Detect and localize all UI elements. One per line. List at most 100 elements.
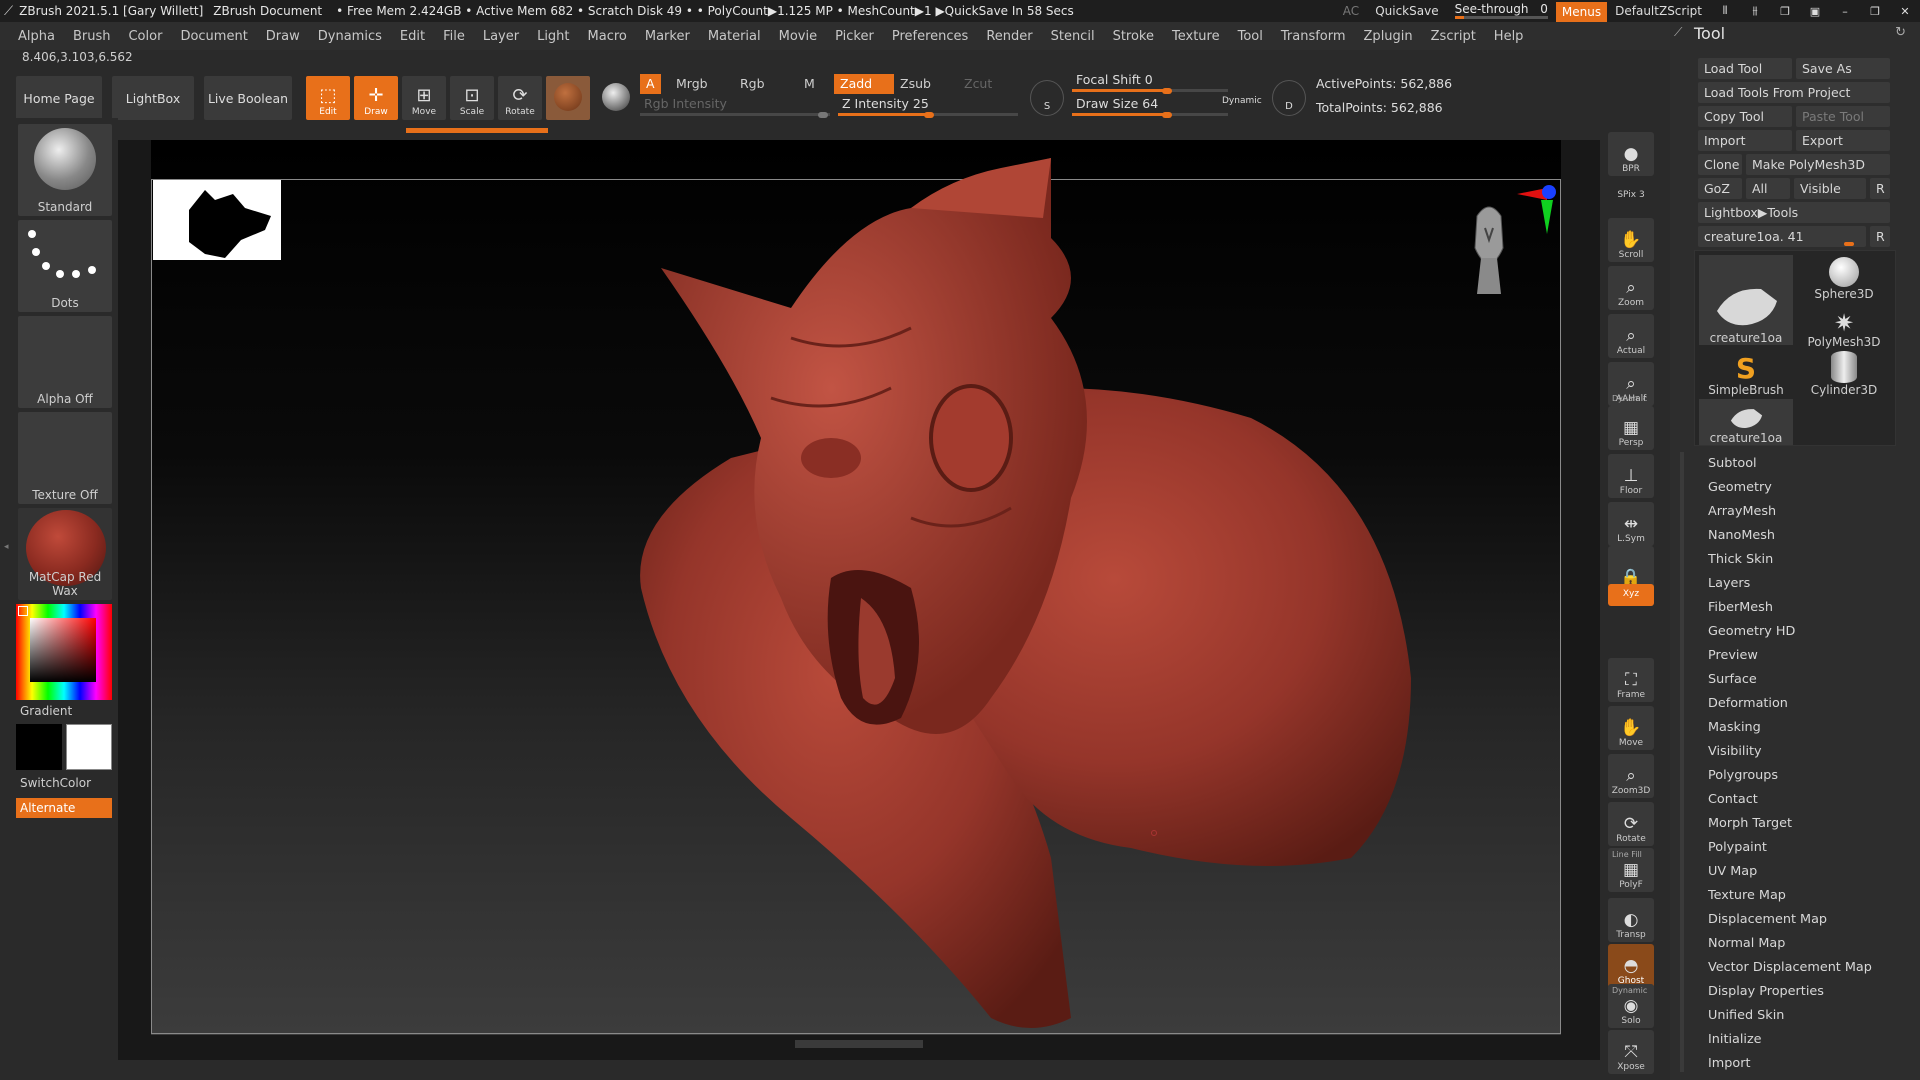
tool-section-masking[interactable]: Masking [1708, 720, 1761, 735]
draw-mode-button[interactable]: ✛ Draw [354, 76, 398, 120]
gradient-label[interactable]: Gradient [20, 704, 72, 718]
menu-light[interactable]: Light [528, 29, 578, 44]
scale-mode-button[interactable]: ⊡ Scale [450, 76, 494, 120]
z-intensity-slider[interactable]: Z Intensity 25 [838, 96, 1018, 118]
menu-document[interactable]: Document [171, 29, 256, 44]
shelf-frame-button[interactable]: ⛶ Frame [1608, 658, 1654, 702]
tool-section-polypaint[interactable]: Polypaint [1708, 840, 1767, 855]
axis-gizmo-icon[interactable] [1507, 178, 1559, 240]
tool-section-geometry[interactable]: Geometry [1708, 480, 1772, 495]
spotlight-button[interactable] [594, 76, 638, 120]
color-square[interactable] [30, 618, 96, 682]
import-button[interactable]: Import [1698, 130, 1792, 151]
tool-section-subtool[interactable]: Subtool [1708, 456, 1757, 471]
rotate-mode-button[interactable]: ⟳ Rotate [498, 76, 542, 120]
menu-draw[interactable]: Draw [257, 29, 309, 44]
minimize-icon[interactable]: – [1830, 5, 1860, 18]
goz-r-button[interactable]: R [1870, 178, 1890, 199]
shelf-spix-button[interactable]: SPix 3 [1608, 180, 1654, 202]
stroke-selector[interactable]: Dots [18, 220, 112, 312]
goz-button[interactable]: GoZ [1698, 178, 1742, 199]
tool-section-uv-map[interactable]: UV Map [1708, 864, 1757, 879]
current-tool-slider[interactable]: creature1oa. 41 [1698, 226, 1866, 247]
tool-section-contact[interactable]: Contact [1708, 792, 1758, 807]
zadd-toggle[interactable]: Zadd [834, 74, 894, 94]
menu-alpha[interactable]: Alpha [0, 29, 64, 44]
tool-section-morph-target[interactable]: Morph Target [1708, 816, 1792, 831]
tool-thumb-simplebrush[interactable]: S SimpleBrush [1699, 351, 1793, 398]
menu-zscript[interactable]: Zscript [1422, 29, 1485, 44]
draw-size-button[interactable]: D [1272, 80, 1306, 116]
shelf-actual-button[interactable]: ⌕ Actual [1608, 314, 1654, 358]
switch-color-button[interactable]: SwitchColor [20, 776, 91, 790]
dynamic-toggle[interactable]: Dynamic [1222, 96, 1262, 106]
mrgb-toggle[interactable]: Mrgb [670, 74, 714, 94]
zsub-toggle[interactable]: Zsub [894, 74, 937, 94]
refresh-icon[interactable]: ↻ [1895, 25, 1906, 40]
menu-dynamics[interactable]: Dynamics [309, 29, 391, 44]
menu-stroke[interactable]: Stroke [1104, 29, 1163, 44]
layout2-icon[interactable]: ⫵ [1740, 4, 1770, 18]
tool-section-unified-skin[interactable]: Unified Skin [1708, 1008, 1784, 1023]
clone-button[interactable]: Clone [1698, 154, 1742, 175]
secondary-color-swatch[interactable] [66, 724, 112, 770]
tool-section-geometry-hd[interactable]: Geometry HD [1708, 624, 1795, 639]
tool-section-displacement-map[interactable]: Displacement Map [1708, 912, 1827, 927]
shelf-zoom-button[interactable]: ⌕ Zoom [1608, 266, 1654, 310]
tool-section-layers[interactable]: Layers [1708, 576, 1750, 591]
material-swatch-button[interactable] [546, 76, 590, 120]
shelf-ghost-button[interactable]: ◓ Ghost [1608, 944, 1654, 988]
menu-stencil[interactable]: Stencil [1042, 29, 1104, 44]
rgb-intensity-slider[interactable]: Rgb Intensity [640, 96, 830, 118]
tool-section-initialize[interactable]: Initialize [1708, 1032, 1762, 1047]
menu-transform[interactable]: Transform [1272, 29, 1355, 44]
menu-render[interactable]: Render [977, 29, 1041, 44]
menu-help[interactable]: Help [1485, 29, 1533, 44]
tool-panel-scrollbar[interactable] [1680, 452, 1684, 1072]
bottom-tray-handle[interactable] [795, 1040, 923, 1048]
restore-icon[interactable]: ❐ [1860, 5, 1890, 18]
live-boolean-button[interactable]: Live Boolean [204, 76, 292, 120]
window-icon[interactable]: ❐ [1770, 5, 1800, 18]
orientation-head-icon[interactable] [1467, 198, 1511, 294]
draw-size-slider[interactable]: Draw Size 64 [1072, 96, 1228, 118]
tool-section-nanomesh[interactable]: NanoMesh [1708, 528, 1775, 543]
zscript-button[interactable]: DefaultZScript [1607, 0, 1710, 22]
tool-section-import[interactable]: Import [1708, 1056, 1750, 1071]
tool-section-vector-displacement-map[interactable]: Vector Displacement Map [1708, 960, 1872, 975]
tool-section-polygroups[interactable]: Polygroups [1708, 768, 1778, 783]
menu-brush[interactable]: Brush [64, 29, 120, 44]
layout-icon[interactable]: ⫴ [1710, 4, 1740, 18]
make-polymesh3d-button[interactable]: Make PolyMesh3D [1746, 154, 1890, 175]
save-as-button[interactable]: Save As [1796, 58, 1890, 79]
silhouette-thumbnail[interactable] [153, 180, 281, 260]
shelf-xyz-button[interactable]: Xyz [1608, 584, 1654, 606]
paste-tool-button[interactable]: Paste Tool [1796, 106, 1890, 127]
tool-section-texture-map[interactable]: Texture Map [1708, 888, 1786, 903]
tool-section-arraymesh[interactable]: ArrayMesh [1708, 504, 1776, 519]
tool-section-deformation[interactable]: Deformation [1708, 696, 1788, 711]
alternate-button[interactable]: Alternate [16, 798, 112, 818]
edit-mode-button[interactable]: ⬚ Edit [306, 76, 350, 120]
home-page-button[interactable]: Home Page [16, 76, 102, 120]
brush-selector[interactable]: Standard [18, 124, 112, 216]
tool-thumb-creature[interactable]: creature1oa [1699, 255, 1793, 345]
texture-selector[interactable]: Texture Off [18, 412, 112, 504]
tool-section-preview[interactable]: Preview [1708, 648, 1758, 663]
tool-section-surface[interactable]: Surface [1708, 672, 1757, 687]
tool-section-display-properties[interactable]: Display Properties [1708, 984, 1824, 999]
tool-section-normal-map[interactable]: Normal Map [1708, 936, 1785, 951]
shelf-persp-button[interactable]: ▦ Persp [1608, 406, 1654, 450]
shelf-transp-button[interactable]: ◐ Transp [1608, 898, 1654, 942]
menu-edit[interactable]: Edit [391, 29, 434, 44]
zcut-toggle[interactable]: Zcut [958, 74, 998, 94]
see-through-slider[interactable]: See-through 0 [1447, 0, 1556, 22]
rgb-toggle[interactable]: Rgb [734, 74, 771, 94]
tool-thumb-polymesh3d[interactable]: ✷ PolyMesh3D [1797, 303, 1891, 349]
tray-collapse-icon[interactable]: ◂ [4, 542, 9, 552]
menu-picker[interactable]: Picker [826, 29, 883, 44]
tool-thumb-sphere3d[interactable]: Sphere3D [1797, 255, 1891, 301]
menu-layer[interactable]: Layer [474, 29, 528, 44]
creature-sculpt[interactable] [491, 158, 1431, 1038]
menu-macro[interactable]: Macro [579, 29, 636, 44]
